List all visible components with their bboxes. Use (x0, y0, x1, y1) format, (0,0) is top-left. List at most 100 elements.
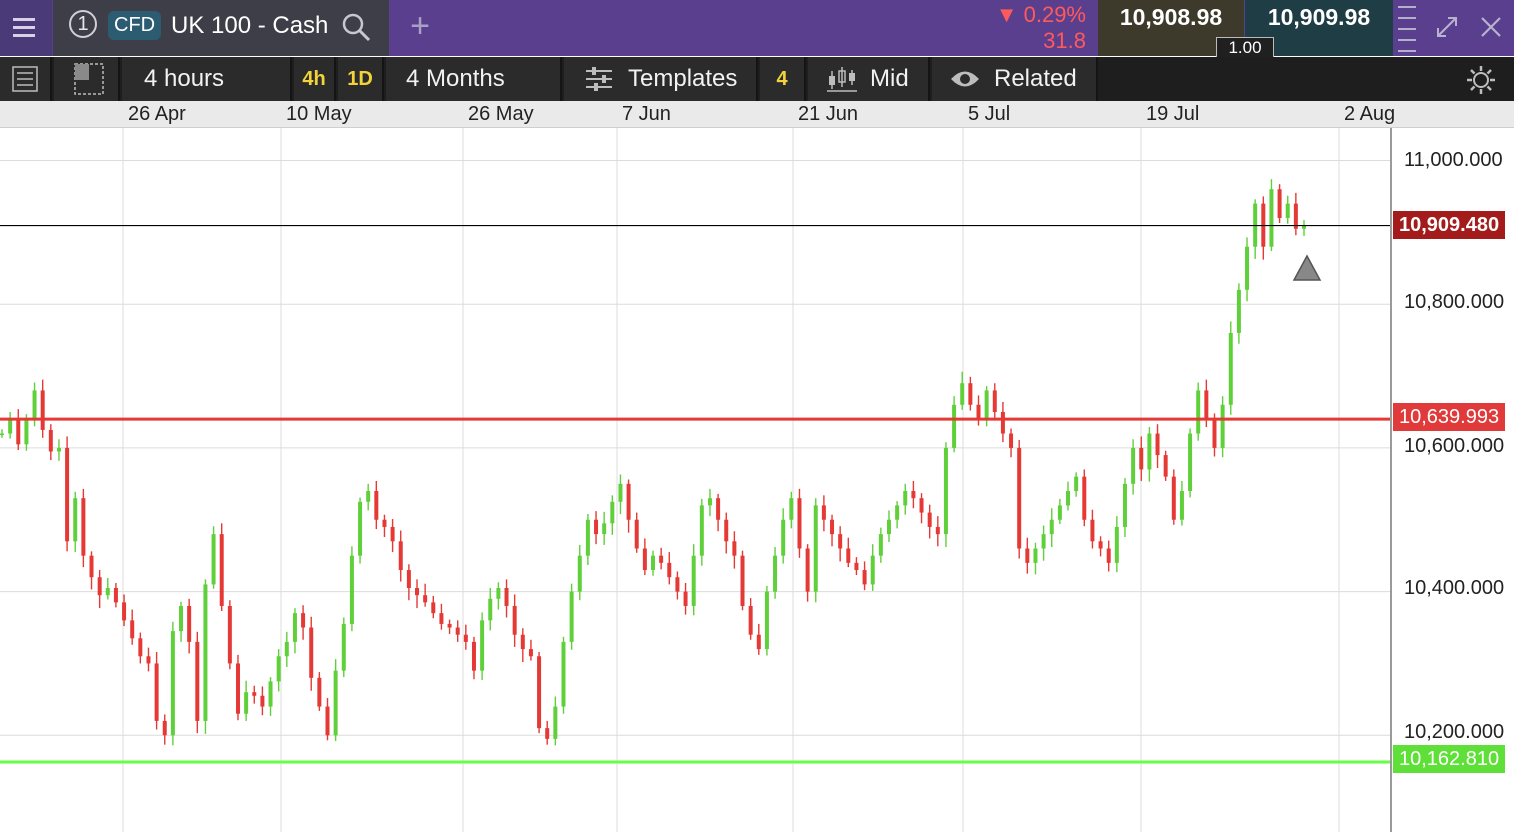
candle-body (1122, 483, 1127, 527)
candle-body (390, 526, 395, 542)
resistance-price-tag: 10,639.993 (1393, 403, 1506, 431)
settings-icon[interactable] (1466, 65, 1496, 95)
candle-body (1155, 433, 1160, 456)
candle-body (480, 620, 485, 671)
candle-body (903, 491, 908, 506)
candle-body (691, 555, 696, 606)
interval-1d-button[interactable]: 1D (338, 57, 384, 101)
price-change: ▼ 0.29% 31.8 (980, 0, 1090, 56)
panel-menu-icon (1398, 6, 1416, 8)
home-icon[interactable] (1292, 254, 1322, 281)
x-tick-label: 7 Jun (622, 103, 671, 125)
candle-body (1000, 411, 1005, 434)
candle-body (1033, 548, 1038, 563)
candle-body (732, 541, 737, 556)
candle-body (1212, 419, 1217, 448)
candle-body (919, 498, 924, 513)
price-type-dropdown[interactable]: Mid (808, 57, 930, 101)
candle-body (870, 555, 875, 585)
candle-body (1302, 225, 1306, 229)
candle-body (862, 570, 867, 585)
candle-body (659, 555, 664, 563)
candle-body (105, 588, 110, 596)
candle-body (358, 501, 363, 556)
candle-body (235, 663, 240, 714)
layout-button[interactable] (54, 57, 120, 101)
date-axis-bar (0, 101, 1514, 128)
list-button[interactable] (0, 57, 52, 101)
x-tick-label: 19 Jul (1146, 103, 1200, 125)
candle-body (594, 519, 599, 535)
close-icon[interactable] (1478, 14, 1504, 40)
candle-body (455, 627, 460, 635)
candle-body (724, 519, 729, 542)
x-tick-label: 26 May (468, 103, 534, 125)
candle-body (292, 613, 297, 642)
candle-body (187, 605, 192, 642)
candle-body (1179, 491, 1184, 520)
candle-body (968, 383, 973, 405)
menu-button[interactable] (0, 0, 52, 56)
buy-price: 10,909.98 (1267, 4, 1371, 30)
price-axis-divider (1390, 128, 1392, 832)
instrument-selector[interactable]: 1 CFD UK 100 - Cash (53, 0, 389, 56)
candle-body (24, 419, 29, 445)
down-arrow-icon: ▼ (995, 2, 1024, 27)
menu-icon-bar-3 (13, 34, 35, 37)
expand-icon[interactable] (1433, 13, 1461, 41)
candle-body (805, 548, 810, 592)
quantity-field[interactable]: 1.00 (1216, 37, 1274, 58)
eye-icon (951, 71, 979, 87)
templates-button[interactable]: Templates (564, 57, 758, 101)
instrument-name: UK 100 - Cash (171, 12, 329, 39)
interval-4h-button[interactable]: 4h (294, 57, 336, 101)
x-tick-label: 10 May (286, 103, 352, 125)
candle-body (1049, 519, 1054, 535)
candle-body (219, 534, 224, 606)
candle-body (431, 602, 436, 614)
candle-body (895, 505, 900, 520)
candle-body (846, 548, 851, 563)
candle-body (1163, 455, 1168, 477)
candle-body (764, 591, 769, 650)
candle-body (447, 623, 452, 628)
candle-body (1090, 519, 1095, 542)
candle-body (602, 523, 607, 535)
candle-body (781, 519, 786, 556)
interval-dropdown[interactable]: 4 hours (122, 57, 292, 101)
candle-body (675, 577, 680, 592)
candle-body (1009, 433, 1014, 448)
candle-body (797, 498, 802, 549)
list-icon (12, 66, 38, 92)
candle-body (699, 505, 704, 556)
related-button[interactable]: Related (932, 57, 1098, 101)
candle-body (130, 620, 135, 639)
panel-menu-bar-5 (1398, 50, 1416, 52)
menu-icon (13, 18, 35, 21)
candle-body (740, 555, 745, 606)
candle-body (349, 555, 354, 624)
candle-body (415, 588, 420, 596)
price-chart[interactable] (0, 128, 1514, 832)
x-tick-label: 2 Aug (1344, 103, 1396, 125)
candle-body (89, 555, 94, 578)
indicator-count[interactable]: 4 (760, 57, 806, 101)
candle-body (1196, 390, 1201, 434)
candle-body (830, 519, 835, 535)
panel-menu-bar-3 (1398, 28, 1416, 30)
candle-body (984, 390, 989, 420)
candle-body (976, 404, 981, 420)
chart-toolbar: 4 hours 4h 1D 4 Months Templates 4 Mid R… (0, 57, 1514, 101)
y-tick-label: 10,200.000 (1404, 721, 1505, 743)
x-tick-label: 5 Jul (968, 103, 1011, 125)
candle-body (48, 429, 53, 452)
instrument-number: 1 (69, 10, 97, 38)
panel-menu-button[interactable] (1396, 0, 1420, 56)
plus-icon[interactable]: + (404, 0, 436, 56)
instrument-type-badge: CFD (108, 11, 162, 40)
candle-body (341, 623, 346, 671)
candle-body (439, 613, 444, 624)
candle-body (821, 505, 826, 520)
search-icon[interactable] (341, 12, 371, 42)
range-dropdown[interactable]: 4 Months (386, 57, 562, 101)
